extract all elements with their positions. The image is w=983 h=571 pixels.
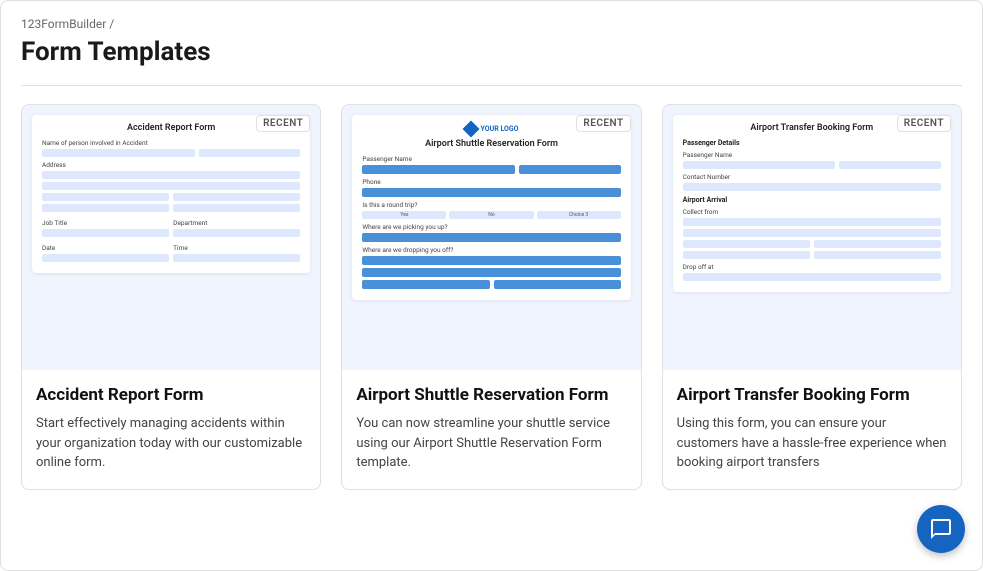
recent-badge-shuttle: RECENT (576, 115, 630, 132)
card-title-accident: Accident Report Form (36, 384, 306, 406)
breadcrumb-parent: 123FormBuilder (21, 17, 106, 31)
breadcrumb: 123FormBuilder / (21, 17, 962, 31)
form-miniature-transfer: Airport Transfer Booking Form Passenger … (673, 115, 951, 292)
logo-diamond-icon (462, 121, 479, 138)
form-mini-title-shuttle: Airport Shuttle Reservation Form (362, 139, 620, 149)
card-info-accident: Accident Report Form Start effectively m… (22, 370, 320, 489)
chat-icon (929, 517, 953, 541)
card-accident-report[interactable]: RECENT Accident Report Form Name of pers… (21, 104, 321, 490)
recent-badge-accident: RECENT (256, 115, 310, 132)
form-miniature-shuttle: YOUR LOGO Airport Shuttle Reservation Fo… (352, 115, 630, 300)
card-airport-shuttle[interactable]: RECENT YOUR LOGO Airport Shuttle Reserva… (341, 104, 641, 490)
card-title-transfer: Airport Transfer Booking Form (677, 384, 947, 406)
section-divider (21, 85, 962, 86)
card-desc-accident: Start effectively managing accidents wit… (36, 414, 306, 473)
card-airport-transfer[interactable]: RECENT Airport Transfer Booking Form Pas… (662, 104, 962, 490)
card-title-shuttle: Airport Shuttle Reservation Form (356, 384, 626, 406)
card-preview-shuttle: RECENT YOUR LOGO Airport Shuttle Reserva… (342, 105, 640, 370)
recent-badge-transfer: RECENT (897, 115, 951, 132)
breadcrumb-separator: / (109, 17, 114, 31)
card-desc-shuttle: You can now streamline your shuttle serv… (356, 414, 626, 473)
page-wrapper: 123FormBuilder / Form Templates RECENT A… (0, 0, 983, 571)
card-preview-transfer: RECENT Airport Transfer Booking Form Pas… (663, 105, 961, 370)
form-miniature-accident: Accident Report Form Name of person invo… (32, 115, 310, 273)
card-info-transfer: Airport Transfer Booking Form Using this… (663, 370, 961, 489)
card-preview-accident: RECENT Accident Report Form Name of pers… (22, 105, 320, 370)
card-info-shuttle: Airport Shuttle Reservation Form You can… (342, 370, 640, 489)
card-desc-transfer: Using this form, you can ensure your cus… (677, 414, 947, 473)
cards-grid: RECENT Accident Report Form Name of pers… (21, 104, 962, 490)
page-title: Form Templates (21, 37, 962, 67)
chat-fab-button[interactable] (917, 505, 965, 553)
